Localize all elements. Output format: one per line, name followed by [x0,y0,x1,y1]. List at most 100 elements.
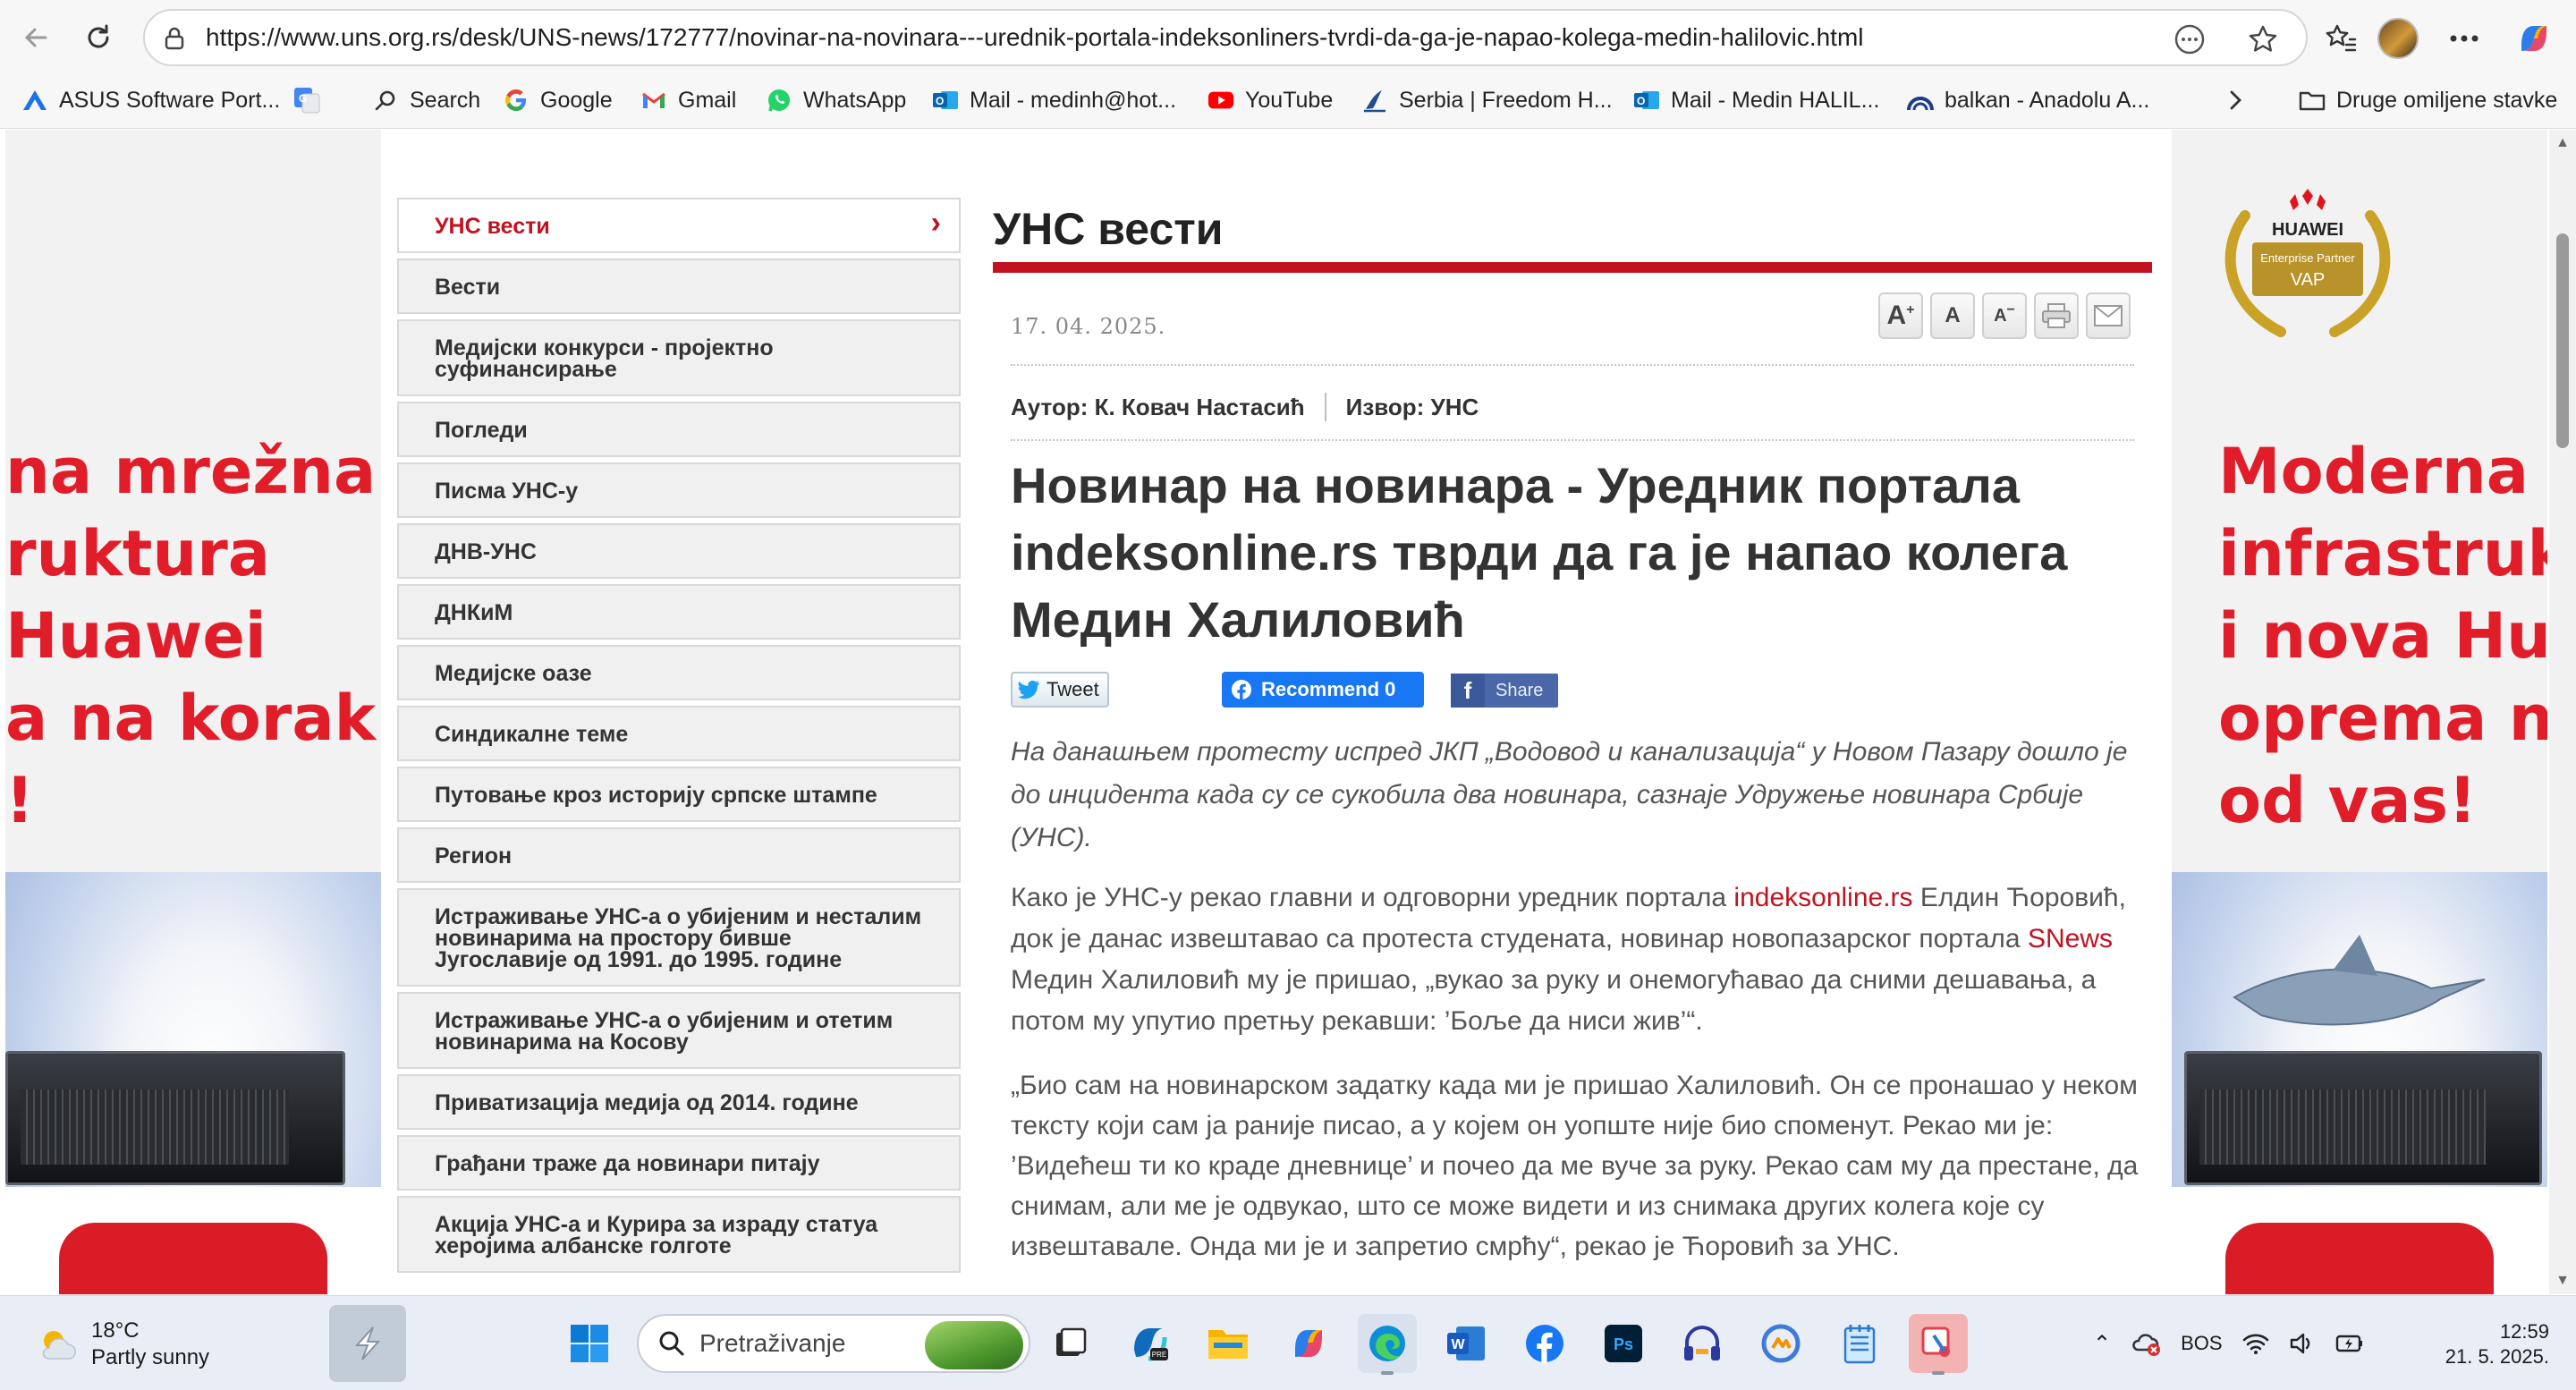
file-explorer-button[interactable] [1199,1314,1258,1373]
bookmarks-overflow-button[interactable] [2222,79,2249,122]
bookmark-search[interactable]: Search [372,79,480,122]
snews-link[interactable]: SNews [2028,924,2113,954]
bookmark-google-translate[interactable]: G [293,79,320,122]
photoshop-button[interactable]: Ps [1594,1314,1653,1373]
huawei-ad-left[interactable]: na mrežna ruktura Huawei a na korak ! [5,130,381,1294]
page-scrollbar[interactable]: ▲ ▼ [2549,130,2576,1294]
search-icon [372,87,399,114]
menu-item[interactable]: Синдикалне теме [397,706,961,761]
menu-item[interactable]: Медијске оазе [397,645,961,700]
language-indicator[interactable]: BOS [2181,1332,2222,1355]
favorite-star-icon[interactable] [2247,23,2279,55]
reload-button[interactable] [75,14,122,61]
microsoft-copilot-button[interactable] [1279,1314,1338,1373]
youtube-icon [1208,87,1234,114]
copilot-button[interactable] [2512,16,2556,61]
menu-item[interactable]: Писма УНС-у [397,462,961,518]
windows-taskbar: 18°C Partly sunny Pretraživanje PRE W Ps [0,1295,2576,1390]
font-normal-button[interactable]: A [1930,292,1975,339]
swordfish-image [2233,935,2486,1026]
menu-item[interactable]: ДНВ-УНС [397,523,961,579]
taskbar-app-switcher[interactable] [329,1305,406,1382]
snipping-tool-button[interactable] [1909,1314,1968,1375]
bookmark-mail-medin[interactable]: O Mail - Medin HALIL... [1633,79,1879,122]
folder-icon [2299,87,2326,114]
scroll-down-arrow-icon[interactable]: ▼ [2555,1273,2571,1289]
article-tools: A + A A − [1878,292,2131,343]
site-info-icon[interactable] [159,23,190,54]
menu-item[interactable]: Истраживање УНС-а о убијеним и отетим но… [397,992,961,1069]
menu-item[interactable]: Приватизација медија од 2014. године [397,1074,961,1130]
bookmark-youtube[interactable]: YouTube [1208,79,1333,122]
bookmark-gmail[interactable]: Gmail [640,79,736,122]
menu-item[interactable]: Истраживање УНС-а о убијеним и несталим … [397,888,961,987]
menu-item[interactable]: ДНКиМ [397,584,961,640]
facebook-recommend-button[interactable]: Recommend 0 [1222,672,1424,708]
menu-item[interactable]: Регион [397,827,961,883]
chevron-right-icon: › [930,206,941,240]
more-options-in-address-icon[interactable] [2174,23,2206,55]
page-viewport[interactable]: na mrežna ruktura Huawei a na korak ! Mo… [0,130,2576,1294]
bookmark-anadolu[interactable]: balkan - Anadolu A... [1907,79,2149,122]
ad-line: infrastruk [2218,517,2547,590]
back-button[interactable] [13,14,59,61]
scroll-thumb[interactable] [2556,233,2569,448]
volume-icon[interactable] [2289,1332,2316,1355]
section-title: УНС вести [993,204,1224,254]
weather-widget[interactable]: 18°C Partly sunny [36,1316,209,1373]
email-button[interactable] [2086,292,2131,339]
task-view-button[interactable] [1041,1314,1100,1373]
edge-icon [1369,1326,1405,1361]
notepad-icon [1843,1325,1876,1364]
menu-item-label: Акција УНС-а и Курира за израду статуа х… [435,1212,878,1259]
menu-item[interactable]: УНС вести › [397,198,961,253]
edge-browser-button[interactable] [1358,1314,1417,1375]
scroll-up-arrow-icon[interactable]: ▲ [2555,135,2571,151]
indeksonline-link[interactable]: indeksonline.rs [1733,883,1912,912]
bookmark-google[interactable]: Google [503,79,613,122]
profile-button[interactable] [2376,16,2420,61]
address-bar[interactable]: https://www.uns.org.rs/desk/UNS-news/172… [143,9,2308,66]
cloud-sync-error-icon[interactable] [2131,1330,2161,1357]
avatar [2377,18,2419,59]
facebook-button[interactable] [1515,1314,1574,1373]
ad-cta-strip [5,1187,381,1294]
menu-item-label: Приватизација медија од 2014. године [435,1090,859,1115]
bookmark-mail-hotmail[interactable]: O Mail - medinh@hot... [932,79,1176,122]
bookmark-label: Gmail [678,87,737,113]
app-button-circle[interactable] [1751,1314,1810,1373]
favorites-icon[interactable] [2318,16,2363,61]
bookmark-freedom-house[interactable]: Serbia | Freedom H... [1361,79,1613,122]
wifi-icon[interactable] [2242,1333,2269,1354]
facebook-share-button[interactable]: f Share [1451,674,1558,708]
server-image [5,1051,345,1185]
word-button[interactable]: W [1436,1314,1496,1373]
menu-item[interactable]: Погледи [397,402,961,457]
menu-item-label: Истраживање УНС-а о убијеним и отетим но… [435,1008,894,1055]
menu-item[interactable]: Медијски конкурси - пројектно суфинансир… [397,319,961,396]
tweet-button[interactable]: Tweet [1011,672,1109,708]
notepad-button[interactable] [1830,1314,1889,1373]
start-button[interactable] [560,1314,619,1373]
audio-app-button[interactable] [1673,1314,1732,1373]
menu-item[interactable]: Вести [397,259,961,314]
font-decrease-button[interactable]: A − [1982,292,2027,339]
system-clock[interactable]: 12:59 21. 5. 2025. [2424,1319,2549,1369]
menu-item[interactable]: Путовање кроз историју српске штампе [397,767,961,822]
print-button[interactable] [2034,292,2079,339]
bookmark-whatsapp[interactable]: WhatsApp [766,79,906,122]
system-tray: ⌃ BOS [2093,1314,2364,1373]
bookmark-asus[interactable]: ASUS Software Port... [21,79,280,122]
taskbar-copilot-preview[interactable]: PRE [1120,1314,1179,1373]
clock-time: 12:59 [2499,1320,2549,1343]
menu-item[interactable]: Акција УНС-а и Курира за израду статуа х… [397,1196,961,1273]
badge-brand: HUAWEI [2272,220,2343,240]
taskbar-search[interactable]: Pretraživanje [637,1314,1030,1373]
chevron-up-icon[interactable]: ⌃ [2093,1331,2111,1357]
menu-item[interactable]: Грађани траже да новинари питају [397,1135,961,1191]
battery-charging-icon[interactable] [2335,1334,2364,1353]
plus-icon: + [1906,302,1915,318]
settings-menu-button[interactable] [2442,16,2487,61]
other-favorites-folder[interactable]: Druge omiljene stavke [2299,79,2557,122]
font-increase-button[interactable]: A + [1878,292,1923,339]
